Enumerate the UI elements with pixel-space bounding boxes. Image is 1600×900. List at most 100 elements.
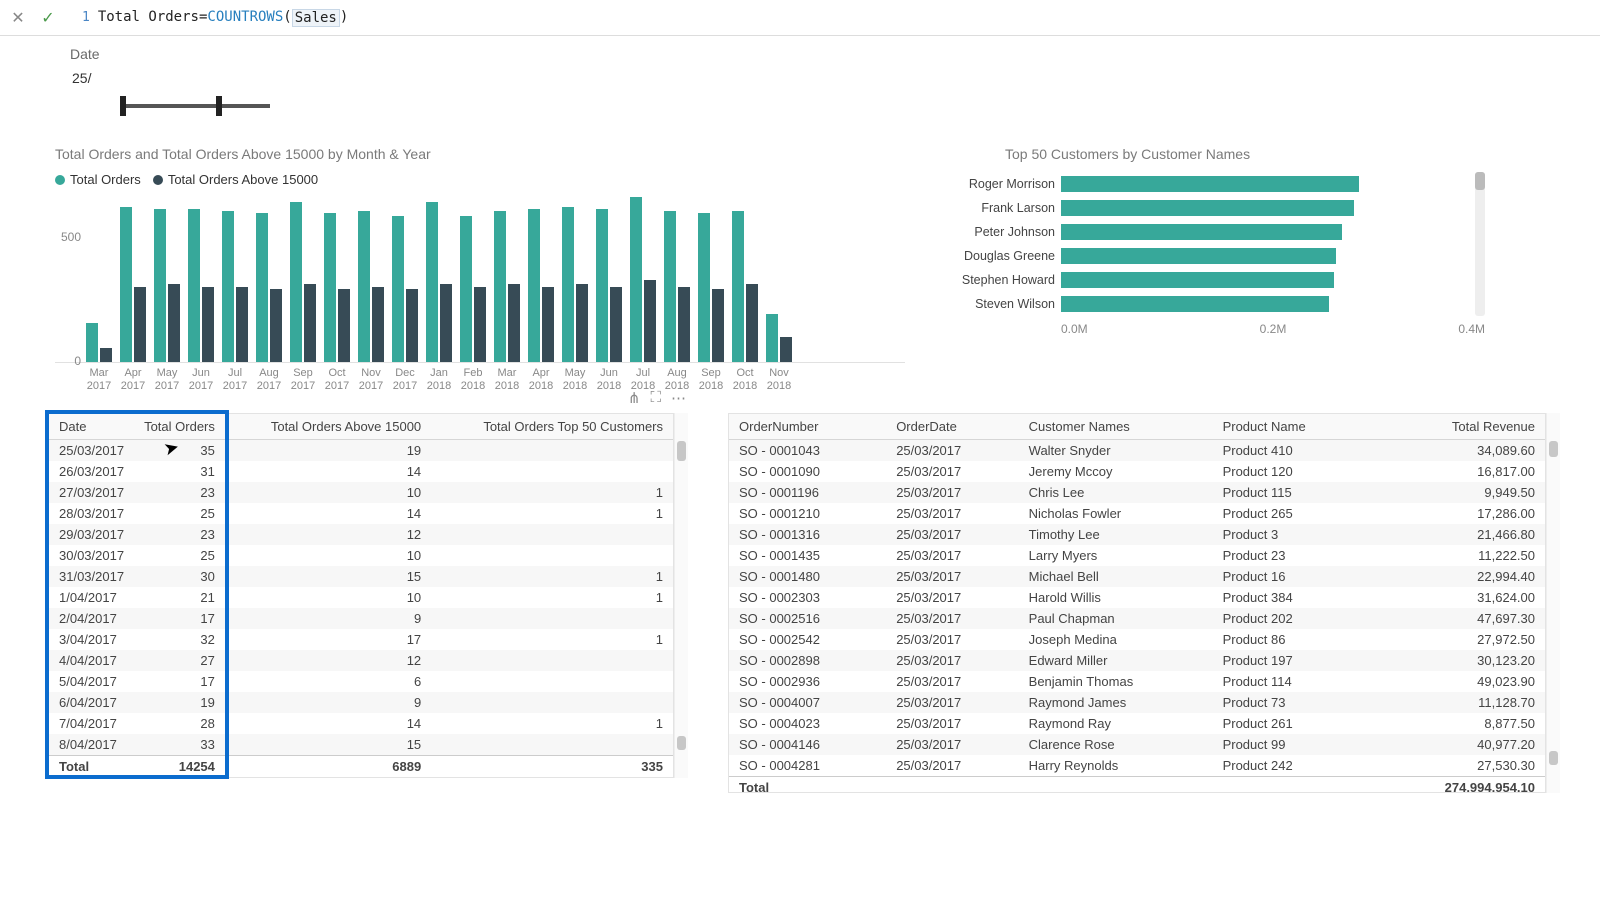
bar-above-15000[interactable] — [406, 289, 418, 362]
bar-plot-area[interactable]: 500 0 — [55, 193, 905, 363]
hbar-fill[interactable] — [1061, 272, 1334, 288]
table-row[interactable]: SO - 000402325/03/2017Raymond RayProduct… — [729, 713, 1545, 734]
bar-above-15000[interactable] — [440, 284, 452, 362]
scrollbar-thumb[interactable] — [1475, 172, 1485, 190]
filter-icon[interactable]: ⋔ — [628, 389, 641, 407]
col-header[interactable]: Product Name — [1213, 414, 1374, 440]
orders-column-chart[interactable]: Total Orders and Total Orders Above 1500… — [55, 146, 905, 393]
bar-above-15000[interactable] — [372, 287, 384, 362]
table-row[interactable]: 28/03/201725141 — [49, 503, 673, 524]
bar-total-orders[interactable] — [630, 197, 642, 362]
hbar-row[interactable]: Steven Wilson — [945, 292, 1465, 316]
bar-group[interactable] — [289, 202, 317, 362]
focus-icon[interactable]: ⛶ — [650, 389, 661, 407]
bar-total-orders[interactable] — [290, 202, 302, 362]
bar-group[interactable] — [459, 216, 487, 362]
bar-total-orders[interactable] — [86, 323, 98, 362]
bar-group[interactable] — [561, 207, 589, 362]
more-icon[interactable]: ⋯ — [671, 389, 686, 407]
scrollbar-thumb[interactable] — [677, 736, 686, 750]
bar-group[interactable] — [119, 207, 147, 362]
bar-total-orders[interactable] — [562, 207, 574, 362]
bar-above-15000[interactable] — [270, 289, 282, 362]
bar-above-15000[interactable] — [576, 284, 588, 362]
bar-total-orders[interactable] — [766, 314, 778, 362]
bar-total-orders[interactable] — [120, 207, 132, 362]
col-header[interactable]: OrderNumber — [729, 414, 886, 440]
table-row[interactable]: SO - 000131625/03/2017Timothy LeeProduct… — [729, 524, 1545, 545]
hbar-row[interactable]: Roger Morrison — [945, 172, 1465, 196]
table-row[interactable]: 4/04/20172712 — [49, 650, 673, 671]
hbar-row[interactable]: Frank Larson — [945, 196, 1465, 220]
bar-total-orders[interactable] — [256, 213, 268, 362]
table-row[interactable]: 27/03/201723101 — [49, 482, 673, 503]
table-row[interactable]: 5/04/2017176 — [49, 671, 673, 692]
bar-above-15000[interactable] — [508, 284, 520, 362]
bar-above-15000[interactable] — [746, 284, 758, 362]
table-row[interactable]: SO - 000293625/03/2017Benjamin ThomasPro… — [729, 671, 1545, 692]
bar-above-15000[interactable] — [780, 337, 792, 362]
bar-group[interactable] — [153, 209, 181, 362]
bar-above-15000[interactable] — [100, 348, 112, 362]
col-header[interactable]: Total Orders — [134, 414, 225, 440]
bar-above-15000[interactable] — [134, 287, 146, 362]
table-row[interactable]: SO - 000289825/03/2017Edward MillerProdu… — [729, 650, 1545, 671]
hbar-row[interactable]: Stephen Howard — [945, 268, 1465, 292]
col-header[interactable]: Total Revenue — [1373, 414, 1545, 440]
slicer-slider[interactable] — [120, 96, 270, 116]
bar-total-orders[interactable] — [528, 209, 540, 362]
bar-above-15000[interactable] — [712, 289, 724, 362]
table-row[interactable]: SO - 000251625/03/2017Paul ChapmanProduc… — [729, 608, 1545, 629]
bar-above-15000[interactable] — [236, 287, 248, 362]
bar-group[interactable] — [425, 202, 453, 362]
bar-above-15000[interactable] — [304, 284, 316, 362]
table-row[interactable]: 25/03/20173519 — [49, 440, 673, 462]
bar-above-15000[interactable] — [644, 280, 656, 362]
table-row[interactable]: SO - 000121025/03/2017Nicholas FowlerPro… — [729, 503, 1545, 524]
table-row[interactable]: SO - 000428125/03/2017Harry ReynoldsProd… — [729, 755, 1545, 777]
table-row[interactable]: 29/03/20172312 — [49, 524, 673, 545]
hbar-row[interactable]: Peter Johnson — [945, 220, 1465, 244]
bar-group[interactable] — [765, 314, 793, 362]
bar-total-orders[interactable] — [460, 216, 472, 362]
col-header[interactable]: Customer Names — [1019, 414, 1213, 440]
bar-group[interactable] — [663, 211, 691, 362]
bar-total-orders[interactable] — [426, 202, 438, 362]
bar-total-orders[interactable] — [732, 211, 744, 362]
table-row[interactable]: SO - 000254225/03/2017Joseph MedinaProdu… — [729, 629, 1545, 650]
col-header[interactable]: Total Orders Top 50 Customers — [431, 414, 673, 440]
table-row[interactable]: SO - 000148025/03/2017Michael BellProduc… — [729, 566, 1545, 587]
slider-handle-end[interactable] — [216, 96, 222, 116]
table-row[interactable]: SO - 000104325/03/2017Walter SnyderProdu… — [729, 440, 1545, 462]
bar-total-orders[interactable] — [664, 211, 676, 362]
bar-group[interactable] — [629, 197, 657, 362]
date-slicer[interactable]: Date 25/ — [0, 36, 1600, 116]
bar-total-orders[interactable] — [698, 213, 710, 362]
chart-scrollbar[interactable] — [1475, 172, 1485, 316]
table-row[interactable]: 6/04/2017199 — [49, 692, 673, 713]
hbar-row[interactable]: Douglas Greene — [945, 244, 1465, 268]
scrollbar-thumb[interactable] — [677, 441, 686, 461]
hbar-fill[interactable] — [1061, 296, 1329, 312]
bar-group[interactable] — [595, 209, 623, 362]
bar-total-orders[interactable] — [324, 213, 336, 362]
bar-above-15000[interactable] — [168, 284, 180, 362]
table-row[interactable]: 8/04/20173315 — [49, 734, 673, 756]
bar-group[interactable] — [493, 211, 521, 362]
slider-handle-start[interactable] — [120, 96, 126, 116]
bar-group[interactable] — [391, 216, 419, 362]
bar-group[interactable] — [221, 211, 249, 362]
table-row[interactable]: SO - 000109025/03/2017Jeremy MccoyProduc… — [729, 461, 1545, 482]
bar-total-orders[interactable] — [358, 211, 370, 362]
orders-detail-table[interactable]: OrderNumber OrderDate Customer Names Pro… — [728, 413, 1560, 793]
bar-group[interactable] — [697, 213, 725, 362]
table-row[interactable]: SO - 000119625/03/2017Chris LeeProduct 1… — [729, 482, 1545, 503]
table-row[interactable]: 30/03/20172510 — [49, 545, 673, 566]
bar-total-orders[interactable] — [154, 209, 166, 362]
table-scrollbar[interactable] — [1546, 413, 1560, 793]
hbar-plot-area[interactable]: Roger MorrisonFrank LarsonPeter JohnsonD… — [945, 172, 1475, 316]
hbar-fill[interactable] — [1061, 248, 1336, 264]
bar-total-orders[interactable] — [188, 209, 200, 362]
bar-group[interactable] — [255, 213, 283, 362]
table-row[interactable]: SO - 000143525/03/2017Larry MyersProduct… — [729, 545, 1545, 566]
